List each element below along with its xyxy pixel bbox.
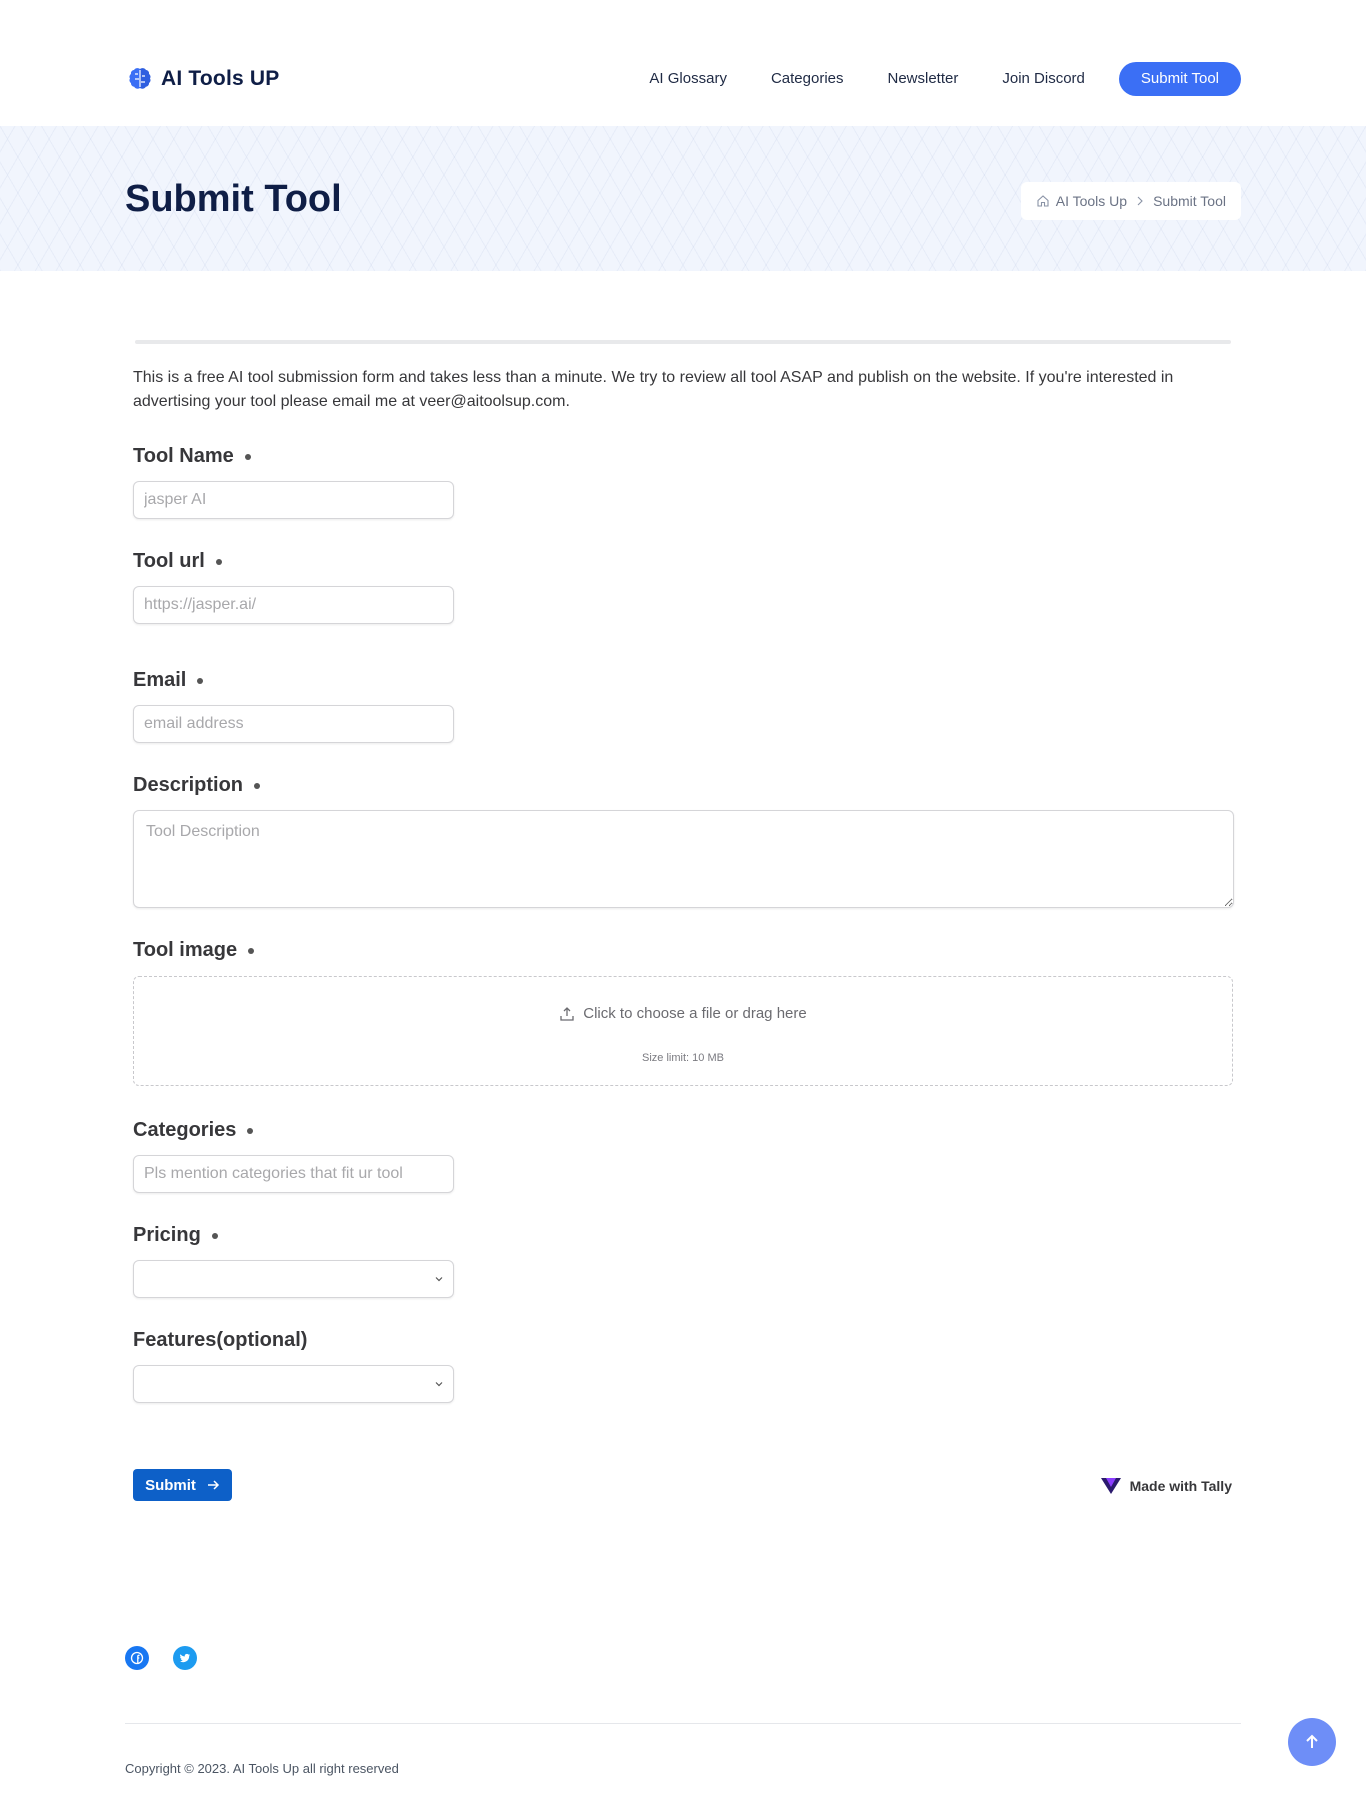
features-label-text: Features(optional)	[133, 1329, 308, 1351]
brain-logo-icon	[129, 68, 151, 89]
image-upload-dropzone[interactable]: Click to choose a file or drag here Size…	[133, 976, 1233, 1086]
tool-url-label: Tool url	[133, 550, 225, 573]
tool-image-label-text: Tool image	[133, 939, 238, 961]
scroll-to-top-button[interactable]	[1288, 1718, 1336, 1766]
email-label-text: Email	[133, 669, 187, 691]
submit-label: Submit	[145, 1476, 196, 1494]
made-with-tally-link[interactable]: Made with Tally	[1100, 1476, 1232, 1496]
copyright-text: Copyright © 2023. AI Tools Up all right …	[125, 1761, 399, 1776]
tool-url-label-text: Tool url	[133, 550, 205, 572]
email-input[interactable]	[133, 705, 454, 743]
nav-newsletter[interactable]: Newsletter	[888, 62, 959, 96]
required-icon	[245, 945, 257, 957]
facebook-icon	[130, 1651, 144, 1665]
breadcrumb: AI Tools Up Submit Tool	[1020, 182, 1241, 220]
facebook-link[interactable]	[125, 1646, 149, 1670]
footer-divider	[125, 1723, 1241, 1724]
required-icon	[244, 1125, 256, 1137]
form-intro: This is a free AI tool submission form a…	[133, 369, 1174, 410]
twitter-link[interactable]	[173, 1646, 197, 1670]
tool-url-input[interactable]	[133, 586, 454, 624]
nav-ai-glossary[interactable]: AI Glossary	[649, 62, 727, 96]
breadcrumb-home[interactable]: AI Tools Up	[1056, 193, 1127, 209]
upload-size-limit: Size limit: 10 MB	[642, 1052, 724, 1064]
page-title: Submit Tool	[125, 178, 342, 220]
page-banner: Submit Tool AI Tools Up Submit Tool	[0, 126, 1366, 271]
email-label: Email	[133, 669, 206, 692]
description-textarea[interactable]	[133, 810, 1234, 908]
breadcrumb-current: Submit Tool	[1153, 193, 1226, 209]
arrow-up-icon	[1306, 1734, 1318, 1748]
upload-prompt: Click to choose a file or drag here	[134, 1005, 1232, 1022]
required-icon	[251, 780, 263, 792]
pricing-label-text: Pricing	[133, 1224, 201, 1246]
made-with-tally-text: Made with Tally	[1129, 1478, 1232, 1494]
description-label: Description	[133, 774, 263, 797]
features-select[interactable]	[133, 1365, 454, 1403]
upload-text: Click to choose a file or drag here	[583, 1005, 807, 1022]
main-nav: AI Glossary Categories Newsletter Join D…	[605, 62, 1241, 96]
chevron-down-icon	[435, 1277, 443, 1282]
pricing-select[interactable]	[133, 1260, 454, 1298]
chevron-down-icon	[435, 1382, 443, 1387]
required-icon	[209, 1230, 221, 1242]
features-label: Features(optional)	[133, 1329, 307, 1352]
tally-logo-icon	[1100, 1478, 1121, 1494]
logo-text: AI Tools UP	[161, 67, 280, 90]
submit-tool-button[interactable]: Submit Tool	[1118, 62, 1241, 96]
required-icon	[194, 675, 206, 687]
site-logo[interactable]: AI Tools UP	[127, 66, 279, 92]
tool-image-label: Tool image	[133, 939, 257, 962]
description-label-text: Description	[133, 774, 244, 796]
required-icon	[213, 556, 225, 568]
home-icon	[1037, 195, 1049, 207]
tool-name-input[interactable]	[133, 481, 454, 519]
tool-name-label-text: Tool Name	[133, 445, 234, 467]
categories-input[interactable]	[133, 1155, 454, 1193]
categories-label-text: Categories	[133, 1119, 237, 1141]
nav-categories[interactable]: Categories	[771, 62, 844, 96]
twitter-icon	[180, 1653, 190, 1663]
tool-name-label: Tool Name	[133, 445, 254, 468]
categories-label: Categories	[133, 1119, 256, 1142]
chevron-right-icon	[1137, 196, 1143, 206]
arrow-right-icon	[207, 1480, 219, 1490]
required-icon	[242, 451, 254, 463]
pricing-label: Pricing	[133, 1224, 221, 1247]
nav-join-discord[interactable]: Join Discord	[1002, 62, 1085, 96]
form-submit-button[interactable]: Submit	[133, 1469, 232, 1501]
site-header: AI Tools UP AI Glossary Categories Newsl…	[0, 0, 1366, 126]
upload-icon	[560, 1006, 574, 1021]
form-progress-bar	[135, 340, 1231, 344]
